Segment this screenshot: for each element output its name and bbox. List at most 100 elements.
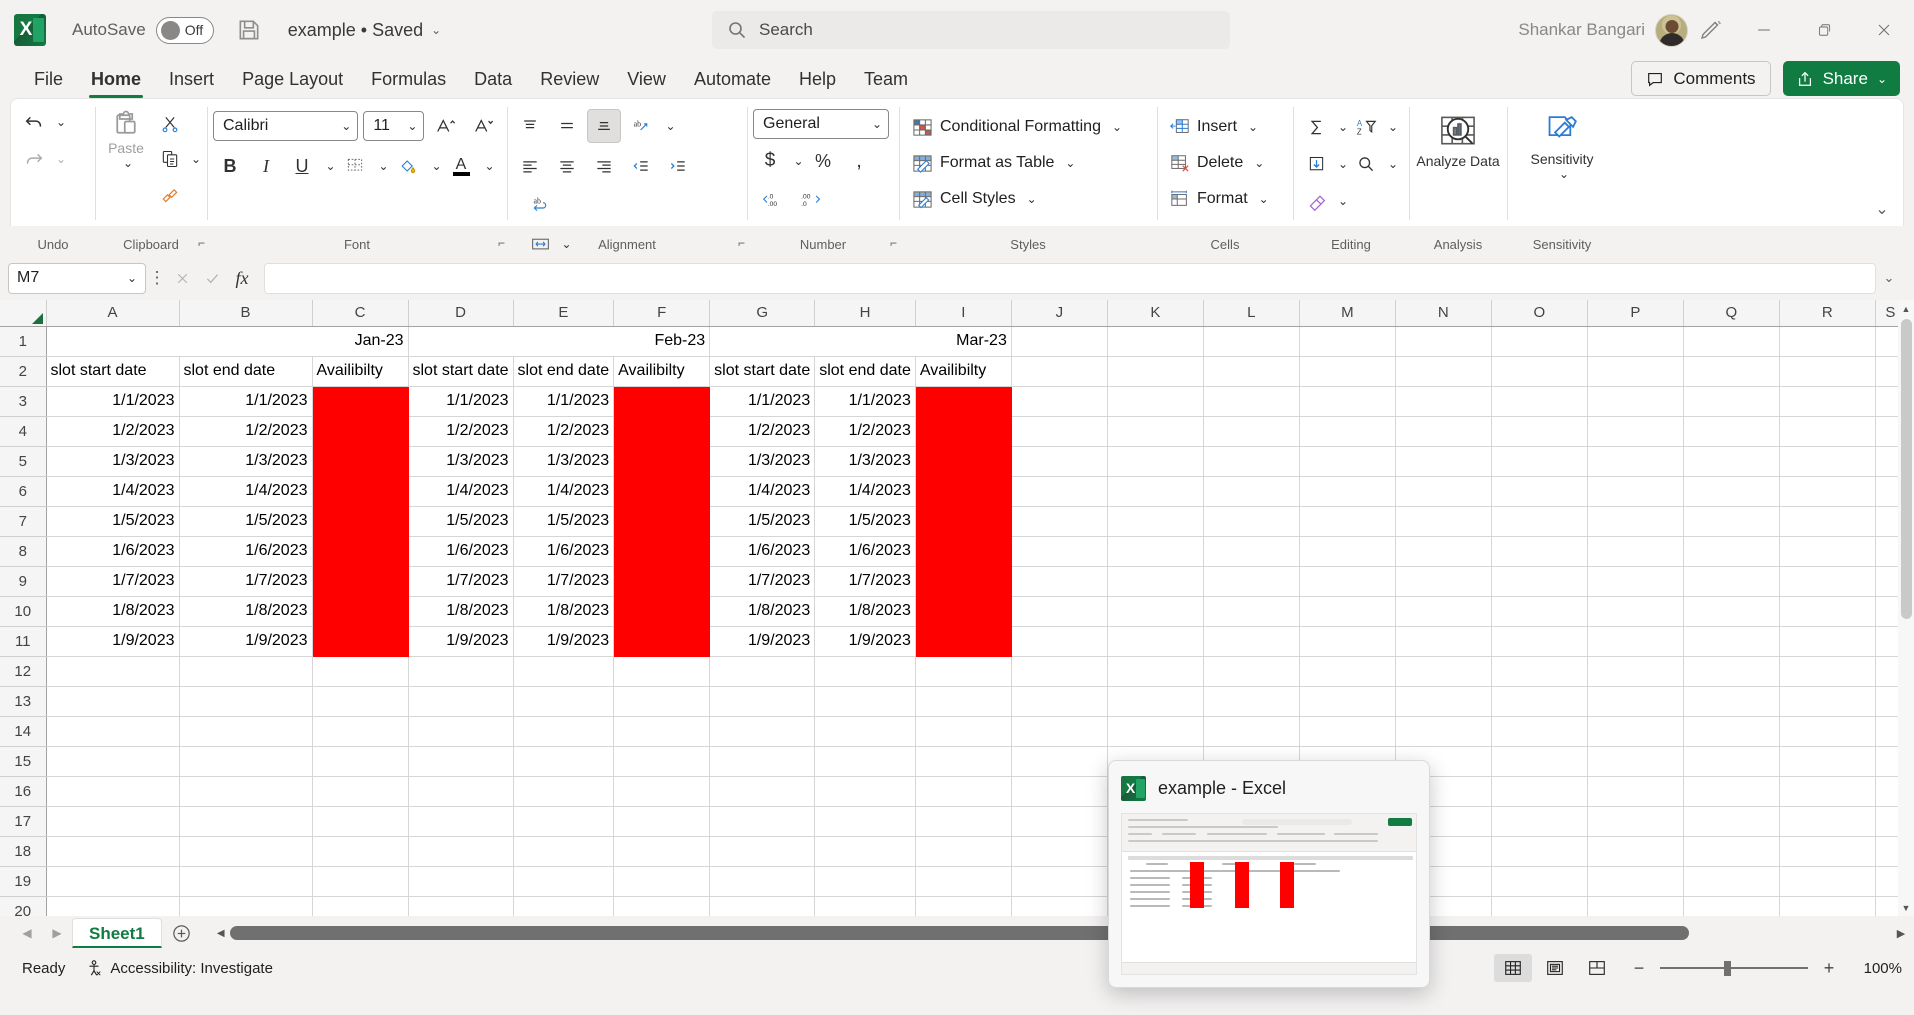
cell-O4[interactable] [1491, 416, 1588, 447]
column-header-N[interactable]: N [1395, 300, 1492, 327]
analyze-data-button[interactable]: Analyze Data [1413, 105, 1503, 170]
next-sheet-button[interactable]: ▶ [42, 920, 72, 946]
cell-Q7[interactable] [1683, 506, 1780, 537]
cell-R16[interactable] [1779, 776, 1876, 807]
cell-Q10[interactable] [1683, 596, 1780, 627]
clear-dropdown[interactable]: ⌄ [1334, 188, 1348, 214]
cell-N14[interactable] [1395, 716, 1492, 747]
cell-E4[interactable]: 1/2/2023 [513, 416, 615, 447]
cell-P17[interactable] [1587, 806, 1684, 837]
format-painter-button[interactable] [153, 177, 187, 211]
cell-J6[interactable] [1011, 476, 1108, 507]
tab-data[interactable]: Data [460, 64, 526, 98]
column-header-Q[interactable]: Q [1683, 300, 1780, 327]
cell-I9[interactable] [915, 566, 1012, 597]
decrease-decimal-button[interactable]: .00 .0 [795, 183, 829, 217]
cell-K8[interactable] [1107, 536, 1204, 567]
tab-insert[interactable]: Insert [155, 64, 228, 98]
cell-P10[interactable] [1587, 596, 1684, 627]
cell-M8[interactable] [1299, 536, 1396, 567]
cell-J16[interactable] [1011, 776, 1108, 807]
row-header-17[interactable]: 17 [0, 806, 47, 837]
column-header-C[interactable]: C [312, 300, 409, 327]
cell-A14[interactable] [46, 716, 180, 747]
cell-J20[interactable] [1011, 896, 1108, 916]
column-header-L[interactable]: L [1203, 300, 1300, 327]
tab-home[interactable]: Home [77, 64, 155, 98]
cell-Q20[interactable] [1683, 896, 1780, 916]
cell-J19[interactable] [1011, 866, 1108, 897]
avatar[interactable] [1655, 13, 1688, 47]
column-header-E[interactable]: E [513, 300, 615, 327]
cell-R4[interactable] [1779, 416, 1876, 447]
cell-A19[interactable] [46, 866, 180, 897]
cell-P6[interactable] [1587, 476, 1684, 507]
align-top-button[interactable] [513, 109, 547, 143]
row-header-13[interactable]: 13 [0, 686, 47, 717]
cell-P19[interactable] [1587, 866, 1684, 897]
clear-button[interactable] [1299, 184, 1333, 218]
cell-C7[interactable] [312, 506, 409, 537]
zoom-percentage[interactable]: 100% [1850, 960, 1902, 977]
cell-I6[interactable] [915, 476, 1012, 507]
cell-R9[interactable] [1779, 566, 1876, 597]
cell-G16[interactable] [709, 776, 816, 807]
cell-O20[interactable] [1491, 896, 1588, 916]
cell-A15[interactable] [46, 746, 180, 777]
cell-E8[interactable]: 1/6/2023 [513, 536, 615, 567]
save-icon[interactable] [236, 17, 262, 43]
increase-font-size-button[interactable] [429, 109, 462, 143]
cell-O16[interactable] [1491, 776, 1588, 807]
cell-A11[interactable]: 1/9/2023 [46, 626, 180, 657]
fill-color-button[interactable] [391, 149, 425, 183]
undo-button[interactable] [17, 105, 51, 139]
cell-E18[interactable] [513, 836, 615, 867]
cell-K7[interactable] [1107, 506, 1204, 537]
cell-G18[interactable] [709, 836, 816, 867]
cell-G4[interactable]: 1/2/2023 [709, 416, 816, 447]
cut-button[interactable] [153, 107, 187, 141]
cell-A17[interactable] [46, 806, 180, 837]
cell-K10[interactable] [1107, 596, 1204, 627]
align-right-button[interactable] [587, 149, 621, 183]
cell-L6[interactable] [1203, 476, 1300, 507]
cell-styles-button[interactable]: Cell Styles ⌄ [905, 182, 1151, 216]
cell-I19[interactable] [915, 866, 1012, 897]
cell-B20[interactable] [179, 896, 313, 916]
fill-dropdown[interactable]: ⌄ [1334, 151, 1348, 177]
cell-H3[interactable]: 1/1/2023 [814, 386, 916, 417]
orientation-button[interactable]: ab [624, 109, 658, 143]
cell-H16[interactable] [814, 776, 916, 807]
cell-N13[interactable] [1395, 686, 1492, 717]
sensitivity-button[interactable]: Sensitivity ⌄ [1514, 105, 1610, 181]
cell-H15[interactable] [814, 746, 916, 777]
cell-B5[interactable]: 1/3/2023 [179, 446, 313, 477]
tab-formulas[interactable]: Formulas [357, 64, 460, 98]
column-header-R[interactable]: R [1779, 300, 1876, 327]
cell-F14[interactable] [613, 716, 711, 747]
cell-D14[interactable] [408, 716, 514, 747]
cell-P11[interactable] [1587, 626, 1684, 657]
cell-B15[interactable] [179, 746, 313, 777]
cell-F10[interactable] [613, 596, 711, 627]
row-header-16[interactable]: 16 [0, 776, 47, 807]
cell-E9[interactable]: 1/7/2023 [513, 566, 615, 597]
scroll-right-button[interactable]: ▶ [1888, 927, 1914, 940]
font-color-dropdown[interactable]: ⌄ [480, 153, 495, 179]
cell-O11[interactable] [1491, 626, 1588, 657]
cell-B14[interactable] [179, 716, 313, 747]
cell-E14[interactable] [513, 716, 615, 747]
cell-B12[interactable] [179, 656, 313, 687]
cell-P15[interactable] [1587, 746, 1684, 777]
font-color-button[interactable]: A [444, 149, 478, 183]
cell-A12[interactable] [46, 656, 180, 687]
cell-C20[interactable] [312, 896, 409, 916]
cell-O2[interactable] [1491, 356, 1588, 387]
delete-cells-button[interactable]: Delete ⌄ [1163, 146, 1287, 180]
column-header-O[interactable]: O [1491, 300, 1588, 327]
cell-N3[interactable] [1395, 386, 1492, 417]
paste-dropdown-icon[interactable]: ⌄ [119, 156, 133, 170]
cell-G8[interactable]: 1/6/2023 [709, 536, 816, 567]
align-middle-button[interactable] [550, 109, 584, 143]
cell-B19[interactable] [179, 866, 313, 897]
